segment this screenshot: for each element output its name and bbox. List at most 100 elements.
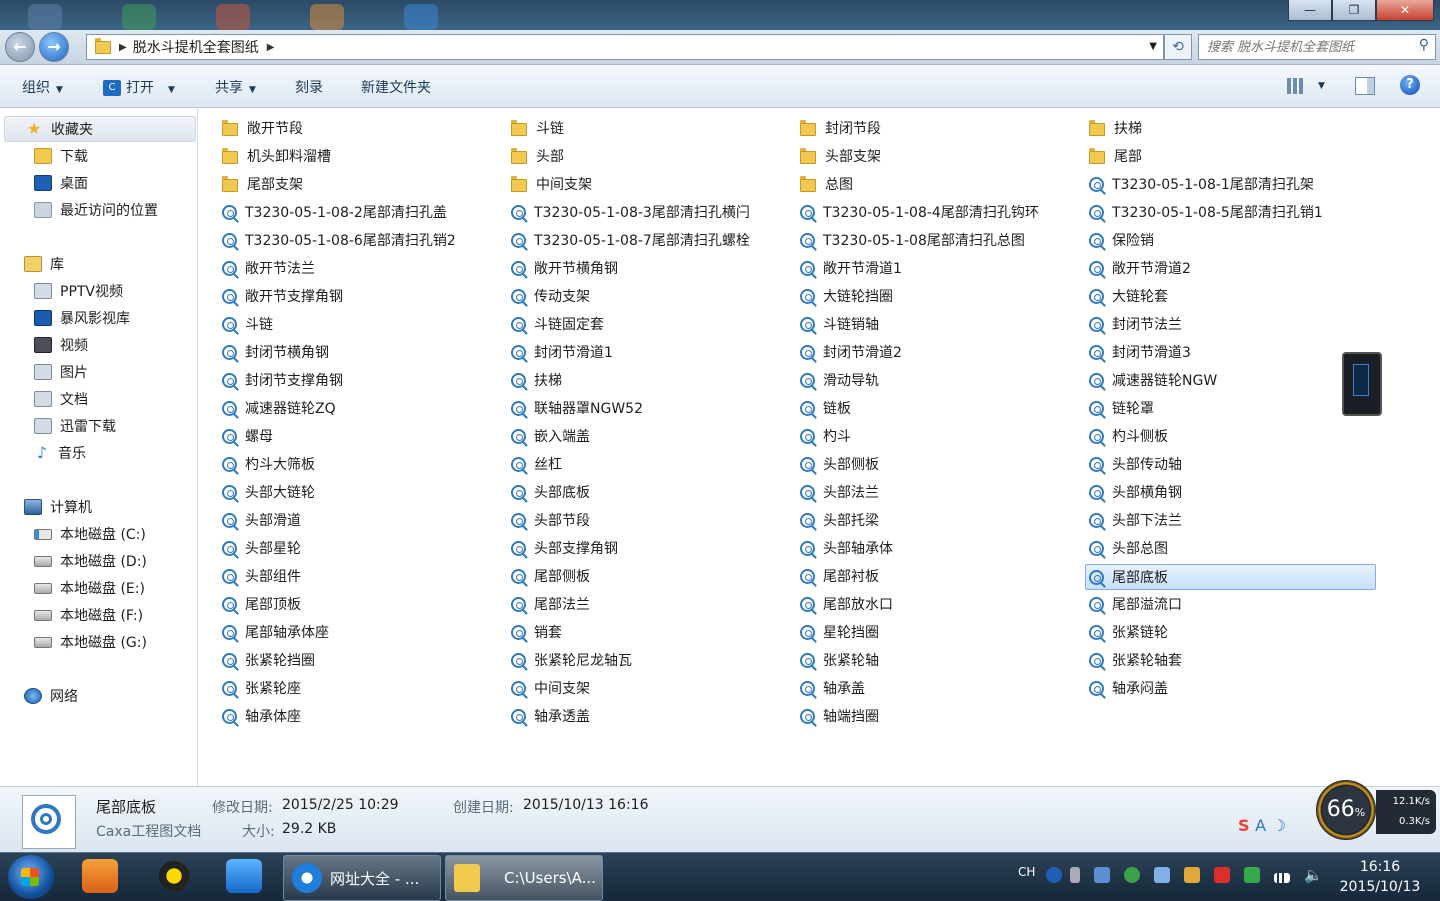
sidebar-item-desktop[interactable]: 桌面	[34, 171, 88, 195]
new-folder-button[interactable]: 新建文件夹	[361, 77, 431, 97]
file-item[interactable]: 张紧轮挡圈	[222, 648, 315, 672]
file-item[interactable]: T3230-05-1-08-5尾部清扫孔销1	[1089, 200, 1323, 224]
view-options-icon[interactable]	[1287, 78, 1303, 94]
file-item[interactable]: 封闭节支撑角钢	[222, 368, 343, 392]
phone-assistant-widget[interactable]	[1342, 352, 1382, 416]
file-item[interactable]: 敞开节滑道1	[800, 256, 902, 280]
preview-pane-icon[interactable]	[1355, 77, 1375, 95]
file-item[interactable]: 张紧轮轴套	[1089, 648, 1182, 672]
forward-button[interactable]: →	[39, 32, 69, 62]
file-item[interactable]: 杓斗侧板	[1089, 424, 1168, 448]
desktop-icon[interactable]	[28, 4, 62, 30]
taskbar-item-explorer[interactable]: C:\Users\A...	[445, 855, 603, 901]
file-item[interactable]: 头部法兰	[800, 480, 879, 504]
file-item[interactable]: 保险销	[1089, 228, 1154, 252]
taskbar-item-browser[interactable]: 网址大全 - ...	[283, 855, 441, 901]
sidebar-item-music[interactable]: ♪ 音乐	[34, 441, 86, 465]
file-item[interactable]: 头部侧板	[800, 452, 879, 476]
file-item[interactable]: 敞开节法兰	[222, 256, 315, 280]
sidebar-item-pptv[interactable]: PPTV视频	[34, 279, 123, 303]
file-item[interactable]: 轴承透盖	[511, 704, 590, 728]
sidebar-item-storm[interactable]: 暴风影视库	[34, 306, 130, 330]
file-item[interactable]: 杓斗	[800, 424, 851, 448]
security-icon[interactable]	[1124, 867, 1140, 883]
desktop-icon[interactable]	[310, 4, 344, 30]
folder-item[interactable]: 斗链	[511, 116, 564, 140]
file-item[interactable]: 尾部衬板	[800, 564, 879, 588]
shield-check-icon[interactable]	[1244, 867, 1260, 883]
file-item[interactable]: 中间支架	[511, 676, 590, 700]
breadcrumb-arrow-icon[interactable]: ▶	[119, 42, 127, 53]
signal-icon[interactable]	[1274, 873, 1290, 883]
system-monitor-gauge[interactable]: 66%	[1316, 780, 1376, 840]
file-item[interactable]: 封闭节滑道3	[1089, 340, 1191, 364]
file-item[interactable]: 杓斗大筛板	[222, 452, 315, 476]
file-item[interactable]: 张紧链轮	[1089, 620, 1168, 644]
sidebar-item-drive-f[interactable]: 本地磁盘 (F:)	[34, 603, 143, 627]
desktop-icon[interactable]	[122, 4, 156, 30]
file-item[interactable]: T3230-05-1-08尾部清扫孔总图	[800, 228, 1025, 252]
file-item[interactable]: T3230-05-1-08-6尾部清扫孔销2	[222, 228, 456, 252]
file-item[interactable]: 销套	[511, 620, 562, 644]
file-item[interactable]: 封闭节法兰	[1089, 312, 1182, 336]
file-item[interactable]: 头部轴承体	[800, 536, 893, 560]
file-item[interactable]: 敞开节横角钢	[511, 256, 618, 280]
folder-item[interactable]: 中间支架	[511, 172, 592, 196]
speaker-icon[interactable]: 🔈	[1304, 867, 1323, 883]
sidebar-item-drive-c[interactable]: 本地磁盘 (C:)	[34, 522, 146, 546]
sidebar-item-network[interactable]: 网络	[24, 684, 78, 708]
help-icon[interactable]: ?	[1400, 75, 1420, 95]
file-item[interactable]: T3230-05-1-08-7尾部清扫孔螺栓	[511, 228, 750, 252]
folder-item[interactable]: 封闭节段	[800, 116, 881, 140]
file-item[interactable]: 联轴器罩NGW52	[511, 396, 643, 420]
folder-item[interactable]: 尾部支架	[222, 172, 303, 196]
file-item[interactable]: 减速器链轮ZQ	[222, 396, 336, 420]
file-item[interactable]: 尾部放水口	[800, 592, 893, 616]
share-button[interactable]: 共享 ▼	[215, 77, 256, 97]
system-clock[interactable]: 16:16 2015/10/13	[1330, 857, 1430, 897]
cloud-drive-icon[interactable]	[226, 859, 262, 893]
close-button[interactable]: ✕	[1376, 0, 1434, 21]
sidebar-item-libraries[interactable]: 库	[24, 252, 64, 276]
file-item[interactable]: 尾部顶板	[222, 592, 301, 616]
sidebar-item-computer[interactable]: 计算机	[24, 495, 92, 519]
file-item[interactable]: 敞开节滑道2	[1089, 256, 1191, 280]
folder-item[interactable]: 机头卸料溜槽	[222, 144, 331, 168]
help-tray-icon[interactable]	[1046, 867, 1062, 883]
file-item[interactable]: 头部支撑角钢	[511, 536, 618, 560]
file-item[interactable]: 斗链	[222, 312, 273, 336]
sidebar-item-recent[interactable]: 最近访问的位置	[34, 198, 158, 222]
breadcrumb-current[interactable]: 脱水斗提机全套图纸	[133, 37, 259, 57]
file-item[interactable]: 头部滑道	[222, 508, 301, 532]
file-item[interactable]: 敞开节支撑角钢	[222, 284, 343, 308]
back-button[interactable]: ←	[5, 32, 35, 62]
language-indicator[interactable]: CH	[1018, 865, 1035, 879]
file-item[interactable]: 头部横角钢	[1089, 480, 1182, 504]
network-tray-icon[interactable]	[1154, 867, 1170, 883]
file-item[interactable]: 张紧轮轴	[800, 648, 879, 672]
file-item[interactable]: 头部传动轴	[1089, 452, 1182, 476]
file-item[interactable]: 滑动导轨	[800, 368, 879, 392]
open-button[interactable]: C 打开 ▼	[103, 77, 175, 97]
file-item[interactable]: 头部星轮	[222, 536, 301, 560]
file-item[interactable]: 头部托梁	[800, 508, 879, 532]
file-item[interactable]: 斗链销轴	[800, 312, 879, 336]
folder-item[interactable]: 尾部	[1089, 144, 1142, 168]
file-item[interactable]: 大链轮挡圈	[800, 284, 893, 308]
file-item[interactable]: 头部总图	[1089, 536, 1168, 560]
desktop-icon[interactable]	[216, 4, 250, 30]
maximize-button[interactable]: ❐	[1332, 0, 1376, 21]
tray-app-icon[interactable]	[1094, 867, 1110, 883]
file-item[interactable]: 扶梯	[511, 368, 562, 392]
file-item[interactable]: 封闭节滑道1	[511, 340, 613, 364]
file-item[interactable]: 星轮挡圈	[800, 620, 879, 644]
sidebar-item-video[interactable]: 视频	[34, 333, 88, 357]
folder-item[interactable]: 头部	[511, 144, 564, 168]
file-item[interactable]: T3230-05-1-08-4尾部清扫孔钩环	[800, 200, 1039, 224]
file-item[interactable]: 减速器链轮NGW	[1089, 368, 1217, 392]
folder-item[interactable]: 敞开节段	[222, 116, 303, 140]
file-item[interactable]: 嵌入端盖	[511, 424, 590, 448]
search-icon[interactable]: ⚲	[1419, 37, 1429, 53]
file-item[interactable]: T3230-05-1-08-3尾部清扫孔横闩	[511, 200, 750, 224]
sidebar-item-drive-e[interactable]: 本地磁盘 (E:)	[34, 576, 145, 600]
